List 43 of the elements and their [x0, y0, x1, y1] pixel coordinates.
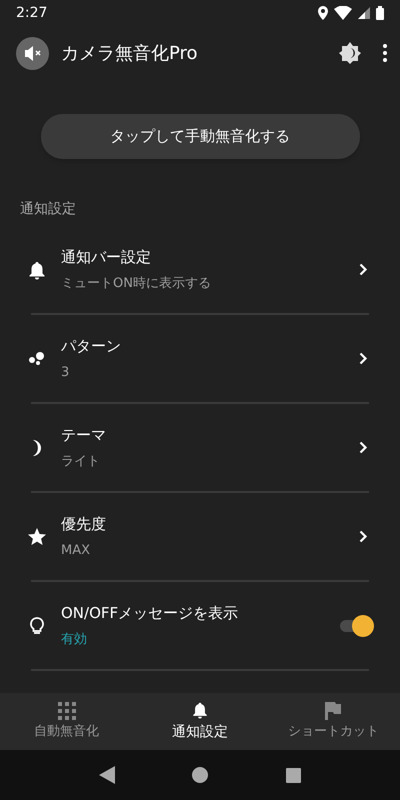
muted-speaker-icon [16, 36, 49, 70]
setting-item[interactable]: パターン 3 [0, 315, 400, 402]
setting-item[interactable]: 通知バー設定 ミュートON時に表示する [0, 226, 400, 313]
setting-value: 有効 [61, 631, 88, 649]
nav-tab[interactable]: 自動無音化 [0, 693, 134, 750]
setting-title: パターン [61, 336, 122, 356]
battery-icon [376, 6, 384, 20]
setting-title: 優先度 [61, 514, 107, 534]
chevron-right-icon [359, 352, 368, 365]
mute-button[interactable]: タップして手動無音化する [40, 114, 360, 159]
nav-tab[interactable]: ショートカット [266, 693, 400, 750]
setting-title: テーマ [61, 424, 107, 446]
setting-item[interactable]: テーマ ライト [0, 404, 400, 491]
app-title: カメラ無音化Pro [61, 42, 199, 66]
more-icon[interactable] [382, 44, 388, 62]
brightness-icon[interactable] [338, 41, 362, 65]
back-icon[interactable] [98, 766, 115, 784]
chevron-right-icon [359, 530, 368, 543]
star-icon [27, 526, 47, 546]
status-time: 2:27 [16, 4, 48, 22]
recents-icon[interactable] [286, 768, 302, 782]
setting-item[interactable]: ON/OFFメッセージを表示 有効 [0, 582, 400, 669]
toggle-switch[interactable] [338, 614, 374, 638]
flag-icon [325, 702, 342, 720]
setting-value: ライト [61, 453, 101, 471]
setting-title: ON/OFFメッセージを表示 [61, 602, 240, 624]
setting-item[interactable]: 優先度 MAX [0, 493, 400, 580]
home-icon[interactable] [192, 767, 208, 783]
setting-value: ミュートON時に表示する [61, 275, 212, 293]
chevron-right-icon [359, 263, 368, 276]
signal-icon [358, 7, 370, 19]
section-header: 通知設定 [20, 200, 77, 219]
setting-title: 通知バー設定 [61, 246, 152, 268]
bell-icon [190, 700, 209, 720]
wifi-icon [334, 6, 352, 20]
setting-value: 3 [61, 364, 70, 382]
grid-icon [58, 702, 76, 720]
nav-tab[interactable]: 通知設定 [133, 693, 267, 750]
setting-value: MAX [61, 542, 92, 560]
chevron-right-icon [359, 441, 368, 454]
lightbulb-icon [27, 616, 47, 636]
bell-icon [27, 260, 47, 280]
location-icon [318, 6, 328, 20]
